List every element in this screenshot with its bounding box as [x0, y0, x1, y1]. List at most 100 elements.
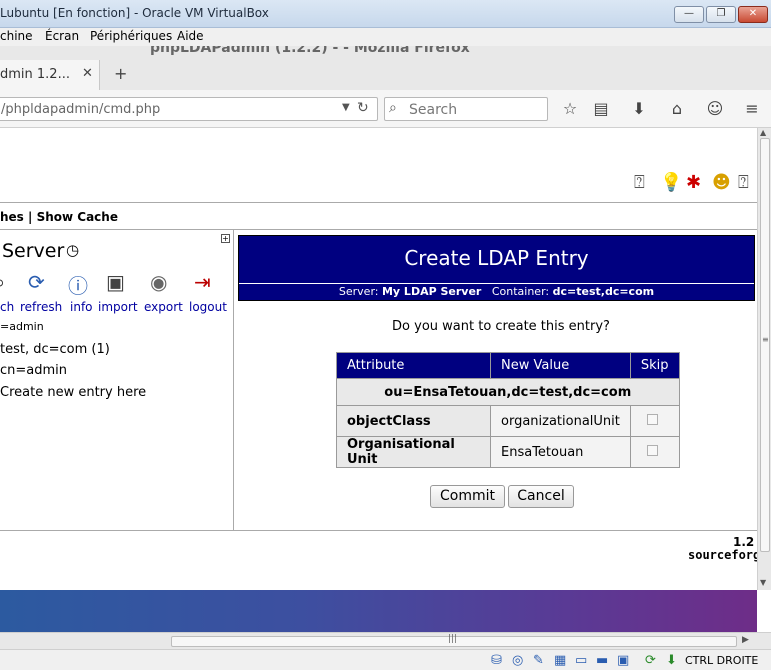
skip-checkbox[interactable] [646, 413, 658, 425]
horizontal-scrollbar[interactable]: ||| ▶ [0, 632, 771, 649]
menu-icon[interactable]: ≡ [742, 99, 762, 118]
export-link[interactable]: export [144, 300, 183, 314]
info-icon[interactable]: ⓘ [68, 270, 88, 299]
skip-cell [629, 436, 680, 468]
clock-icon: ◷ [66, 241, 80, 259]
navigation-bar: /phpldapadmin/cmd.php ▼ ↻ ⌕ Search ☆ ▤ ⬇… [0, 90, 771, 128]
attribute-value: organizationalUnit [490, 405, 631, 437]
menu-help[interactable]: Aide [177, 29, 204, 43]
shared-folders-icon[interactable]: ▦ [554, 653, 566, 668]
server-container-info: Server: My LDAP Server Container: dc=tes… [239, 283, 754, 301]
network-icon[interactable]: ▬ [596, 653, 608, 668]
show-cache-link[interactable]: hes | Show Cache [0, 210, 118, 224]
page-content: ⍰ 💡 ✱ ☻ ⍰ hes | Show Cache Server ◷ + ⌕ … [0, 128, 757, 590]
video-capture-icon[interactable]: ▣ [617, 653, 629, 668]
search-link[interactable]: ch [0, 300, 14, 314]
search-tool-icon[interactable]: ⌕ [0, 270, 5, 294]
search-icon: ⌕ [389, 100, 397, 116]
confirm-prompt: Do you want to create this entry? [392, 319, 610, 334]
export-icon[interactable]: ◉ [150, 270, 167, 294]
download-icon[interactable]: ⬇ [629, 99, 649, 118]
menu-machine[interactable]: chine [0, 29, 33, 43]
close-button[interactable]: ✕ [738, 6, 768, 23]
import-link[interactable]: import [98, 300, 138, 314]
url-bar[interactable]: /phpldapadmin/cmd.php ▼ ↻ [0, 97, 378, 121]
tree-item-admin[interactable]: cn=admin [0, 363, 67, 378]
new-tab-button[interactable]: + [114, 64, 127, 83]
mouse-integration-icon[interactable]: ⟳ [645, 653, 656, 668]
firefox-window-title-bar: phpLDAPadmin (1.2.2) - - Mozilla Firefox [0, 46, 771, 60]
skip-cell [629, 405, 680, 437]
firefox-window-title: phpLDAPadmin (1.2.2) - - Mozilla Firefox [150, 46, 470, 56]
search-placeholder: Search [409, 102, 458, 118]
optical-drive-icon[interactable]: ◎ [512, 653, 523, 668]
scroll-up-icon[interactable]: ▲ [760, 128, 766, 137]
scroll-down-icon[interactable]: ▼ [760, 578, 766, 587]
tab-strip: dmin 1.2... ✕ + [0, 60, 771, 90]
tab-close-icon[interactable]: ✕ [82, 66, 93, 81]
logout-icon[interactable]: ⇥ [194, 270, 211, 294]
server-label: Server: [338, 285, 379, 298]
vbox-title-bar: Lubuntu [En fonction] - Oracle VM Virtua… [0, 0, 771, 28]
scroll-right-icon[interactable]: ▶ [742, 635, 749, 645]
page-title: Create LDAP Entry [404, 246, 589, 270]
bookmark-star-icon[interactable]: ☆ [560, 99, 580, 118]
table-row: Organisational Unit EnsaTetouan [336, 436, 680, 468]
grip-icon: ||| [448, 634, 458, 644]
grip-icon: ≡ [762, 335, 769, 344]
host-key-label: CTRL DROITE [685, 654, 759, 667]
bug-icon[interactable]: ✱ [686, 172, 701, 193]
donate-icon[interactable]: ⍰ [738, 172, 749, 193]
minimize-button[interactable]: — [674, 6, 704, 23]
attribute-value: EnsaTetouan [490, 436, 631, 468]
skip-checkbox[interactable] [646, 444, 658, 456]
cancel-button[interactable]: Cancel [508, 485, 574, 508]
url-text: /phpldapadmin/cmd.php [1, 102, 161, 117]
links-bar: hes | Show Cache [0, 202, 757, 230]
info-link[interactable]: info [70, 300, 93, 314]
tree-item-base[interactable]: test, dc=com (1) [0, 342, 110, 357]
vbox-status-bar: ⛁ ◎ ✎ ▦ ▭ ▬ ▣ ⟳ ⬇ CTRL DROITE [0, 649, 771, 670]
tab-phpldapadmin[interactable]: dmin 1.2... ✕ [0, 60, 100, 90]
logged-in-user: =admin [0, 320, 44, 333]
refresh-icon[interactable]: ⟳ [28, 270, 45, 294]
import-icon[interactable]: ▣ [106, 270, 125, 294]
smiley-icon[interactable]: ☺ [705, 99, 725, 118]
tree-item-create-new[interactable]: Create new entry here [0, 385, 146, 400]
menu-devices[interactable]: Périphériques [90, 29, 172, 43]
desktop-background [0, 590, 757, 632]
commit-button[interactable]: Commit [430, 485, 505, 508]
url-dropdown-icon[interactable]: ▼ [342, 102, 350, 113]
tab-label: dmin 1.2... [0, 67, 70, 82]
search-input[interactable]: ⌕ Search [384, 97, 548, 121]
vbox-menu-bar: chine Écran Périphériques Aide [0, 28, 771, 46]
help-icon[interactable]: ⍰ [634, 172, 645, 193]
home-icon[interactable]: ⌂ [667, 99, 687, 118]
keyboard-capture-icon[interactable]: ⬇ [666, 653, 677, 668]
attributes-table: Attribute New Value Skip ou=EnsaTetouan,… [336, 352, 680, 468]
restore-button[interactable]: ❐ [706, 6, 736, 23]
usb-icon[interactable]: ✎ [533, 653, 544, 668]
column-header-attribute: Attribute [336, 352, 491, 379]
smiley-face-icon[interactable]: ☻ [712, 172, 731, 193]
lightbulb-icon[interactable]: 💡 [660, 172, 682, 193]
column-header-skip: Skip [629, 352, 680, 379]
server-title: Server [2, 240, 65, 262]
horizontal-scroll-thumb[interactable]: ||| [171, 634, 737, 647]
vertical-scroll-thumb[interactable]: ≡ [760, 138, 770, 552]
server-tree-panel: Server ◷ + ⌕ ⟳ ⓘ ▣ ◉ ⇥ ch refresh info i… [0, 230, 234, 530]
display-icon[interactable]: ▭ [575, 653, 587, 668]
hard-disk-icon[interactable]: ⛁ [491, 653, 502, 668]
expand-icon[interactable]: + [221, 234, 230, 243]
sourceforge-logo[interactable]: sourceforg [688, 548, 757, 562]
entry-dn: ou=EnsaTetouan,dc=test,dc=com [336, 378, 680, 406]
reload-icon[interactable]: ↻ [357, 100, 369, 116]
attribute-name: Organisational Unit [336, 436, 491, 468]
refresh-link[interactable]: refresh [20, 300, 62, 314]
vertical-scrollbar[interactable]: ▲ ≡ ▼ [757, 128, 771, 590]
logout-link[interactable]: logout [189, 300, 227, 314]
reading-list-icon[interactable]: ▤ [591, 99, 611, 118]
column-header-new-value: New Value [490, 352, 631, 379]
server-value: My LDAP Server [381, 285, 482, 298]
menu-screen[interactable]: Écran [45, 29, 79, 43]
